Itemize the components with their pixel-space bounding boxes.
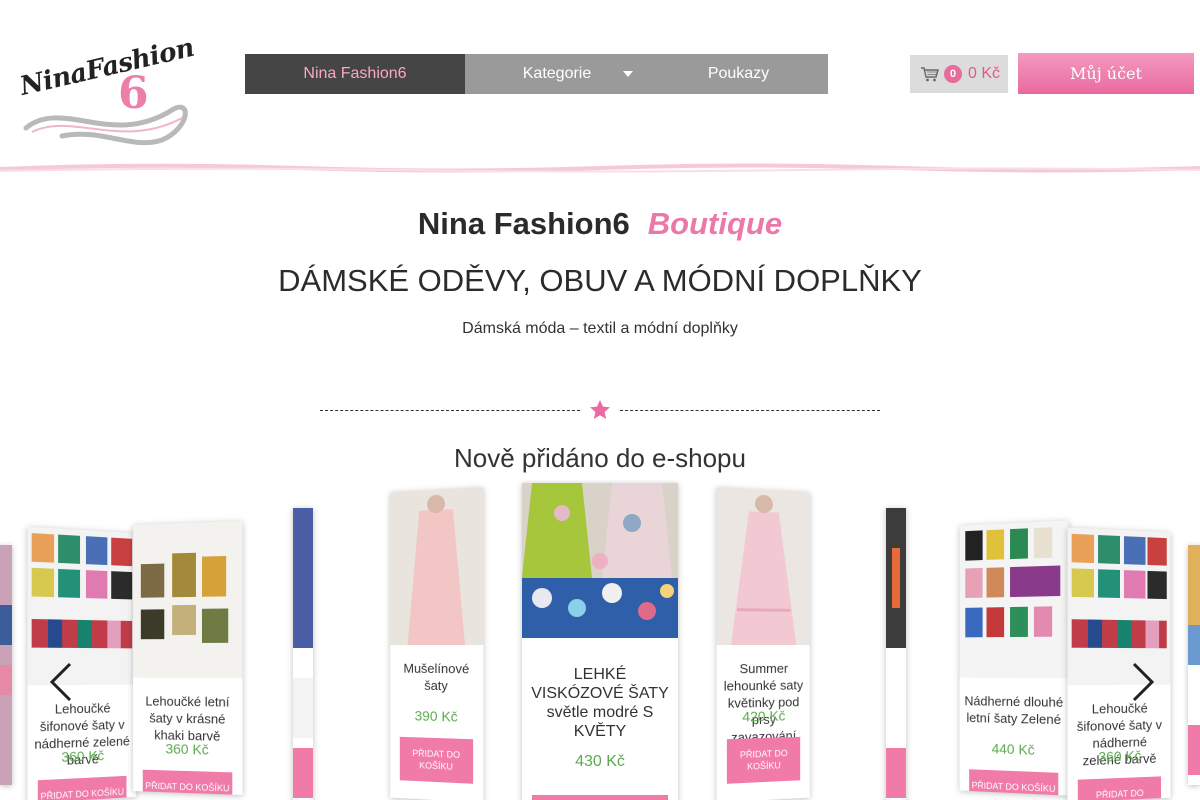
product-card[interactable]: Nádherné dlouhé letní šaty Zelené 440 Kč… [959,520,1069,796]
product-card[interactable]: Mušelínové šaty 390 Kč PŘIDAT DO KOŠÍKU [390,487,484,800]
product-carousel: Lehoučké šifonové šaty v nádherné zelené… [0,480,1200,800]
add-to-cart-button[interactable]: PŘIDAT DO KOŠÍKU [1077,776,1161,800]
product-card[interactable]: Lehoučké letní šaty v krásné khaki barvě… [133,521,243,795]
product-name[interactable]: LEHKÉ VISKÓZOVÉ ŠATY světle modré S KVĚT… [526,665,674,741]
product-photo [959,520,1069,679]
add-to-cart-button[interactable]: PŘIDAT DO KOŠÍKU [969,769,1059,796]
product-name[interactable]: Lehoučké letní šaty v krásné khaki barvě [137,693,238,746]
product-photo [0,545,12,785]
hero-title: Nina Fashion6 Boutique [0,206,1200,242]
product-photo [390,487,484,645]
section-divider [320,398,880,424]
nav-categories-label: Kategorie [522,65,592,82]
product-photo [522,483,678,638]
nav-categories[interactable]: Kategorie [465,54,649,94]
site-header: NinaFashion 6 Nina Fashion6 Kategorie Po… [0,0,1200,173]
product-card[interactable]: Summer lehounké saty květinky pod prsy z… [716,487,810,800]
product-photo [293,508,313,798]
product-card-edge[interactable] [886,508,906,800]
hero-title-accent: Boutique [647,206,783,241]
product-photo [716,487,810,645]
product-price: 390 Kč [414,707,458,725]
nav-vouchers[interactable]: Poukazy [649,54,828,94]
cart-icon [921,67,939,82]
product-price: 430 Kč [575,753,625,770]
product-photo [886,508,906,798]
logo-swirl-icon [23,104,188,146]
add-to-cart-button[interactable]: PŘIDAT DO KOŠÍKU [37,775,127,800]
product-price: 360 Kč [165,740,209,758]
product-name[interactable]: Summer lehounké saty květinky pod prsy z… [721,660,806,747]
site-logo[interactable]: NinaFashion 6 [17,33,197,150]
cart-total: 0 Kč [968,65,1001,82]
product-price: 420 Kč [742,707,786,725]
cart-count-badge: 0 [944,65,962,83]
header-divider [0,163,1200,173]
logo-number: 6 [118,68,149,119]
product-card-edge[interactable] [293,508,313,800]
add-to-cart-button[interactable]: PŘIDAT DO KOŠÍKU [142,769,233,795]
product-price: 440 Kč [991,740,1035,758]
product-name[interactable]: Nádherné dlouhé letní šaty Zelené [963,692,1064,728]
product-card-edge[interactable] [0,545,12,785]
divider-line-right [620,410,880,411]
product-photo [133,521,243,679]
product-name[interactable]: Mušelínové šaty [394,660,479,695]
main-nav: Nina Fashion6 Kategorie Poukazy [245,54,828,94]
hero-title-main: Nina Fashion6 [417,206,630,241]
hero-subtitle: DÁMSKÉ ODĚVY, OBUV A MÓDNÍ DOPLŇKY [278,263,922,298]
star-icon [590,400,610,419]
hero-description: Dámská móda – textil a módní doplňky [462,320,738,337]
nav-home[interactable]: Nina Fashion6 [245,54,465,94]
section-title: Nově přidáno do e-shopu [454,443,746,473]
add-to-cart-button[interactable] [532,795,668,800]
product-card-edge[interactable] [1188,545,1200,785]
my-account-button[interactable]: Můj účet [1018,53,1194,94]
product-photo [1188,545,1200,775]
add-to-cart-button[interactable]: PŘIDAT DO KOŠÍKU [399,736,474,784]
divider-line-left [320,410,580,411]
chevron-left-icon[interactable] [42,660,82,704]
chevron-down-icon [623,71,633,77]
cart-button[interactable]: 0 0 Kč [910,55,1008,93]
chevron-right-icon[interactable] [1122,660,1162,704]
product-card[interactable]: LEHKÉ VISKÓZOVÉ ŠATY světle modré S KVĚT… [522,483,678,800]
add-to-cart-button[interactable]: PŘIDAT DO KOŠÍKU [726,736,801,784]
